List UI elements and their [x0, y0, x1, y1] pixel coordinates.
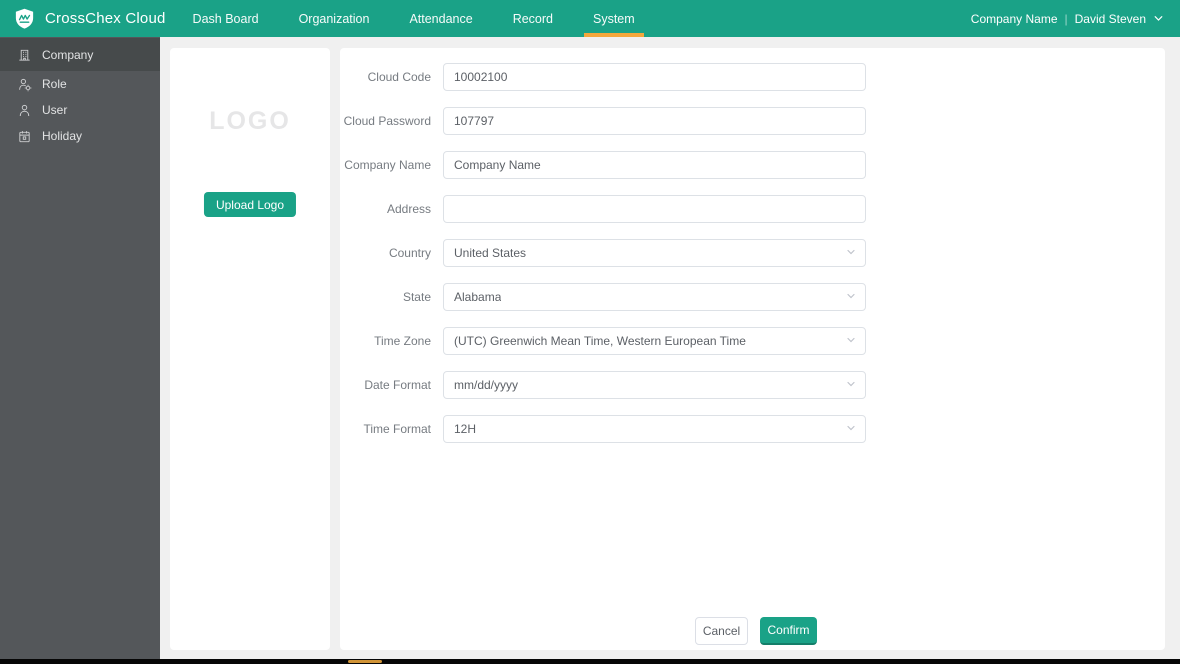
- main-nav: Dash Board Organization Attendance Record Sy…: [193, 0, 675, 37]
- select-value: United States: [454, 246, 527, 260]
- field-label: Country: [388, 246, 431, 260]
- chevron-down-icon: [846, 288, 856, 306]
- select-value: Alabama: [454, 290, 502, 304]
- form-row-country: Country United States: [340, 239, 1165, 267]
- tab-label: System: [592, 11, 635, 26]
- brand-name: CrossChex Cloud: [45, 10, 166, 27]
- upload-logo-button[interactable]: Upload Logo: [203, 192, 297, 217]
- field-label: Time Format: [363, 422, 431, 436]
- header-separator: |: [1064, 11, 1068, 26]
- time-zone-select[interactable]: (UTC) Greenwich Mean Time, Western Europ…: [443, 327, 866, 355]
- tab-system[interactable]: System: [583, 0, 644, 37]
- logo-panel: LOGO Upload Logo: [170, 48, 330, 650]
- chevron-down-icon: [846, 420, 856, 438]
- sidebar-item-holiday[interactable]: Holiday: [0, 123, 160, 149]
- tab-dash-board[interactable]: Dash Board: [193, 0, 259, 37]
- tab-record[interactable]: Record: [513, 0, 553, 37]
- cloud-password-input[interactable]: [443, 107, 866, 135]
- form-row-cloud-code: Cloud Code: [340, 63, 1165, 91]
- crosschex-logo-icon: [13, 7, 36, 30]
- cancel-button[interactable]: Cancel: [695, 617, 748, 645]
- select-value: mm/dd/yyyy: [454, 378, 519, 392]
- tab-label: Record: [512, 11, 553, 26]
- chevron-down-icon: [1153, 13, 1164, 24]
- tab-label: Dash Board: [192, 11, 259, 26]
- sidebar-item-company[interactable]: Company: [0, 38, 160, 71]
- sidebar: Company Role User Holiday: [0, 37, 160, 659]
- company-form: Cloud Code Cloud Password Company Name Addr…: [340, 48, 1165, 443]
- role-person-gear-icon: [17, 77, 32, 92]
- form-row-state: State Alabama: [340, 283, 1165, 311]
- country-select[interactable]: United States: [443, 239, 866, 267]
- holiday-calendar-icon: [17, 129, 32, 144]
- sidebar-item-label: Company: [42, 47, 94, 62]
- form-row-time-format: Time Format 12H: [340, 415, 1165, 443]
- company-settings-panel: Cloud Code Cloud Password Company Name Addr…: [340, 48, 1165, 650]
- form-row-cloud-password: Cloud Password: [340, 107, 1165, 135]
- select-value: (UTC) Greenwich Mean Time, Western Europ…: [454, 334, 746, 348]
- sidebar-item-label: User: [42, 103, 68, 117]
- company-building-icon: [17, 47, 32, 62]
- time-format-select[interactable]: 12H: [443, 415, 866, 443]
- tab-attendance[interactable]: Attendance: [409, 0, 472, 37]
- company-name-input[interactable]: [443, 151, 866, 179]
- date-format-select[interactable]: mm/dd/yyyy: [443, 371, 866, 399]
- select-value: 12H: [454, 422, 477, 436]
- address-input[interactable]: [443, 195, 866, 223]
- tab-label: Attendance: [409, 11, 473, 26]
- logo-placeholder: LOGO: [209, 107, 291, 135]
- sidebar-item-label: Holiday: [42, 129, 83, 143]
- sidebar-item-role[interactable]: Role: [0, 71, 160, 97]
- account-menu[interactable]: Company Name | David Steven: [971, 0, 1164, 37]
- form-row-date-format: Date Format mm/dd/yyyy: [340, 371, 1165, 399]
- chevron-down-icon: [846, 376, 856, 394]
- user-person-icon: [17, 103, 32, 118]
- field-label: Company Name: [344, 158, 431, 172]
- bottom-edge: [0, 659, 1180, 664]
- chevron-down-icon: [846, 332, 856, 350]
- tab-organization[interactable]: Organization: [299, 0, 370, 37]
- field-label: State: [402, 290, 431, 304]
- field-label: Time Zone: [374, 334, 431, 348]
- header-user-label: David Steven: [1074, 11, 1146, 26]
- field-label: Date Format: [364, 378, 431, 392]
- sidebar-item-user[interactable]: User: [0, 97, 160, 123]
- active-tab-underline: [583, 33, 644, 37]
- brand: CrossChex Cloud: [0, 7, 166, 30]
- state-select[interactable]: Alabama: [443, 283, 866, 311]
- bottom-edge-accent: [348, 660, 382, 663]
- header-company-label: Company Name: [970, 11, 1058, 26]
- sidebar-item-label: Role: [42, 77, 67, 91]
- cloud-code-input[interactable]: [443, 63, 866, 91]
- field-label: Address: [386, 202, 431, 216]
- chevron-down-icon: [846, 244, 856, 262]
- form-row-time-zone: Time Zone (UTC) Greenwich Mean Time, West…: [340, 327, 1165, 355]
- form-row-company-name: Company Name: [340, 151, 1165, 179]
- field-label: Cloud Code: [367, 70, 431, 84]
- field-label: Cloud Password: [343, 114, 431, 128]
- tab-label: Organization: [298, 11, 370, 26]
- confirm-button[interactable]: Confirm: [760, 617, 817, 645]
- form-row-address: Address: [340, 195, 1165, 223]
- top-nav-bar: CrossChex Cloud Dash Board Organization At…: [0, 0, 1180, 37]
